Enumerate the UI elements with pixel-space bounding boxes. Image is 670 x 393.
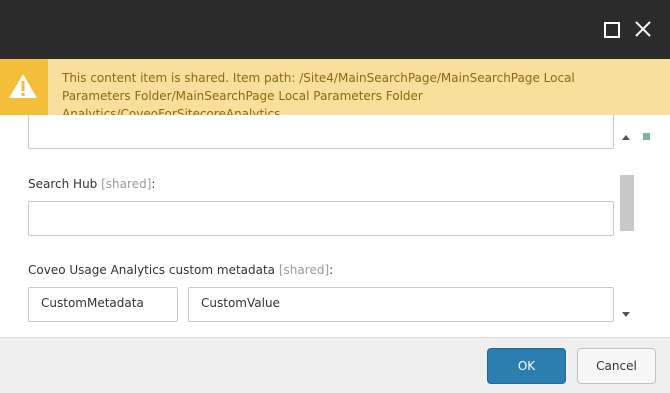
form-scrollbar[interactable] [620,130,634,322]
search-hub-input[interactable] [28,201,614,236]
top-field-input[interactable] [28,115,614,149]
search-hub-label: Search Hub [shared]: [28,177,156,191]
shared-item-warning: This content item is shared. Item path: … [0,59,670,121]
metadata-value-input[interactable]: CustomValue [188,287,614,322]
maximize-button[interactable] [599,17,623,41]
custom-metadata-label: Coveo Usage Analytics custom metadata [s… [28,263,334,277]
scroll-up-icon[interactable] [622,135,630,140]
status-marker [643,133,650,140]
warning-icon [0,59,48,115]
metadata-key-input[interactable]: CustomMetadata [28,287,178,322]
close-button[interactable] [632,17,656,41]
ok-button[interactable]: OK [487,348,566,384]
dialog-footer: OK Cancel [0,337,670,393]
scroll-down-icon[interactable] [622,312,630,317]
maximize-icon [604,22,620,38]
cancel-button[interactable]: Cancel [577,348,656,384]
form-content: Search Hub [shared]: Coveo Usage Analyti… [0,115,640,337]
dialog-titlebar [0,0,670,59]
scroll-thumb[interactable] [620,175,634,231]
